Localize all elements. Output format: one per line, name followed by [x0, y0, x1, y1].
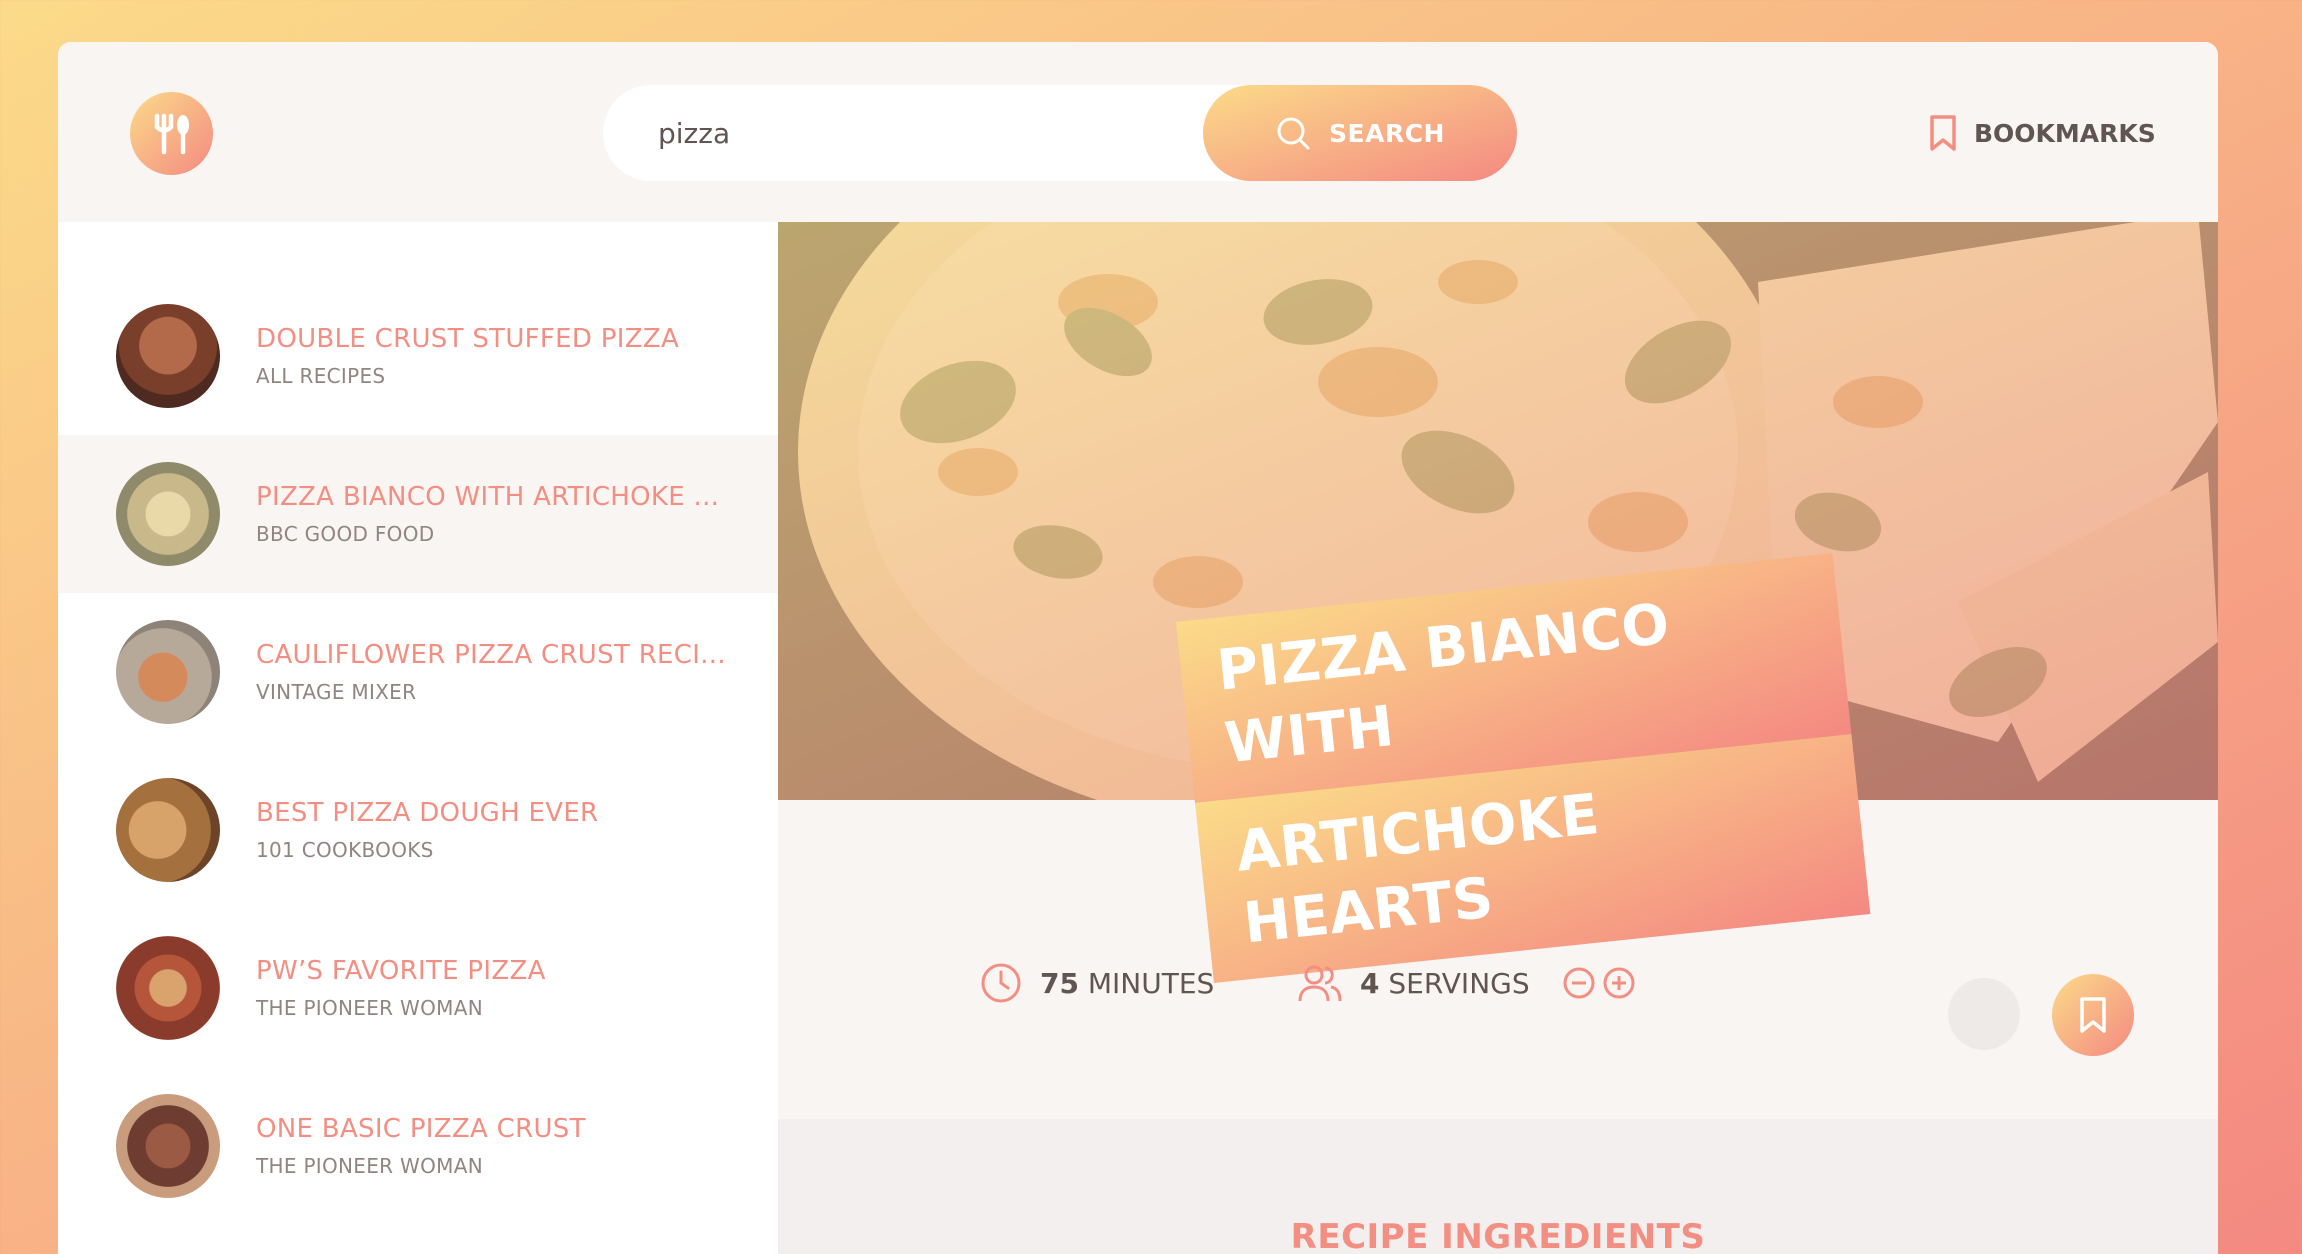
recipe-view: PIZZA BIANCO WITH ARTICHOKE HEARTS 75 MI…: [778, 222, 2218, 1254]
recipe-ingredients-section: RECIPE INGREDIENTS: [778, 1119, 2218, 1254]
result-item[interactable]: ONE BASIC PIZZA CRUST THE PIONEER WOMAN: [58, 1067, 778, 1225]
search-input[interactable]: [603, 85, 1223, 181]
result-thumbnail: [116, 304, 220, 408]
search-button[interactable]: SEARCH: [1203, 85, 1517, 181]
header: SEARCH BOOKMARKS: [58, 42, 2218, 222]
ingredients-heading: RECIPE INGREDIENTS: [1290, 1217, 1706, 1254]
fork-knife-icon: [154, 113, 189, 154]
bookmark-icon: [1930, 115, 1956, 151]
result-thumbnail: [116, 936, 220, 1040]
result-publisher: VINTAGE MIXER: [256, 680, 417, 704]
result-thumbnail: [116, 1094, 220, 1198]
minutes-label: MINUTES: [1087, 966, 1215, 1000]
bookmark-icon: [2080, 997, 2106, 1033]
result-thumbnail: [116, 620, 220, 724]
minus-circle-icon[interactable]: [1562, 966, 1596, 1000]
result-item[interactable]: PW’S FAVORITE PIZZA THE PIONEER WOMAN: [58, 909, 778, 1067]
recipe-info-minutes: 75 MINUTES: [980, 958, 1214, 1008]
search-button-label: SEARCH: [1329, 118, 1445, 148]
result-title: ONE BASIC PIZZA CRUST: [256, 1114, 586, 1144]
result-publisher: THE PIONEER WOMAN: [256, 996, 483, 1020]
result-title: CAULIFLOWER PIZZA CRUST RECI...: [256, 640, 726, 670]
recipe-info-servings: 4 SERVINGS: [1298, 958, 1636, 1008]
user-generated-indicator: [1948, 978, 2020, 1050]
bookmark-recipe-button[interactable]: [2052, 974, 2134, 1056]
bookmarks-label: BOOKMARKS: [1974, 118, 2156, 148]
result-publisher: ALL RECIPES: [256, 364, 386, 388]
result-item[interactable]: CAULIFLOWER PIZZA CRUST RECI... VINTAGE …: [58, 593, 778, 751]
result-item[interactable]: PIZZA BIANCO WITH ARTICHOKE ... BBC GOOD…: [58, 435, 778, 593]
result-item[interactable]: DOUBLE CRUST STUFFED PIZZA ALL RECIPES: [58, 277, 778, 435]
result-title: DOUBLE CRUST STUFFED PIZZA: [256, 324, 680, 354]
result-publisher: 101 COOKBOOKS: [256, 838, 434, 862]
minutes-value: 75: [1040, 966, 1079, 1000]
clock-icon: [981, 963, 1021, 1003]
result-title: PIZZA BIANCO WITH ARTICHOKE ...: [256, 482, 720, 512]
results-list: DOUBLE CRUST STUFFED PIZZA ALL RECIPES P…: [58, 222, 778, 1225]
search-results-sidebar: DOUBLE CRUST STUFFED PIZZA ALL RECIPES P…: [58, 222, 778, 1254]
result-publisher: THE PIONEER WOMAN: [256, 1154, 483, 1178]
result-thumbnail: [116, 462, 220, 566]
result-thumbnail: [116, 778, 220, 882]
servings-label: SERVINGS: [1388, 966, 1530, 1000]
app-container: SEARCH BOOKMARKS DOUBLE CRUST STUFFED PI…: [58, 42, 2218, 1254]
users-icon: [1298, 965, 1342, 1002]
search-form: SEARCH: [603, 85, 1517, 181]
servings-value: 4: [1360, 966, 1380, 1000]
result-title: PW’S FAVORITE PIZZA: [256, 956, 546, 986]
result-publisher: BBC GOOD FOOD: [256, 522, 435, 546]
result-title: BEST PIZZA DOUGH EVER: [256, 798, 599, 828]
result-item[interactable]: BEST PIZZA DOUGH EVER 101 COOKBOOKS: [58, 751, 778, 909]
recipe-title: PIZZA BIANCO WITH ARTICHOKE HEARTS: [1176, 553, 1871, 984]
bookmarks-button[interactable]: BOOKMARKS: [1928, 108, 2156, 158]
search-icon: [1277, 117, 1310, 150]
plus-circle-icon[interactable]: [1602, 966, 1636, 1000]
app-logo[interactable]: [130, 92, 213, 175]
